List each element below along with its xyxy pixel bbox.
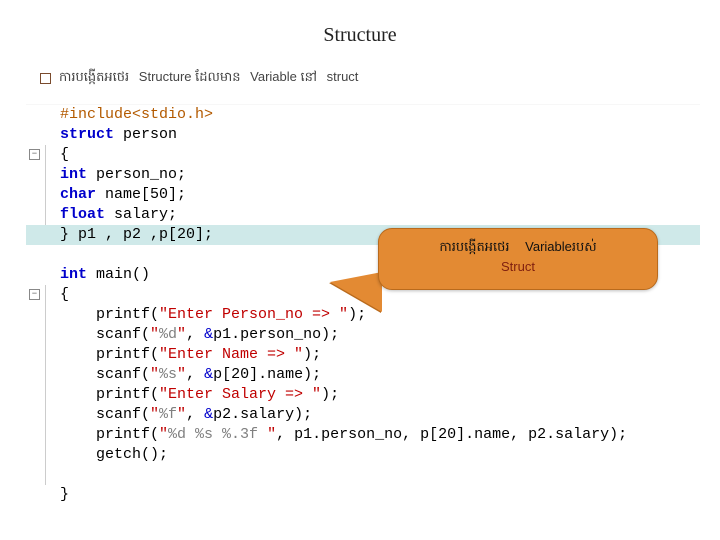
str-2: "Enter Name => " [159, 346, 303, 363]
printf-1: printf( [60, 306, 159, 323]
comma-2: , [186, 366, 204, 383]
fmt-3: %f [159, 406, 177, 423]
slide-title: Structure [40, 24, 680, 47]
amp-2: & [204, 366, 213, 383]
square-bullet-icon [40, 73, 51, 84]
scanf-1: scanf( [60, 326, 150, 343]
scanf-2: scanf( [60, 366, 150, 383]
fmt-4: %d %s %.3f [168, 426, 267, 443]
kw-char: char [60, 186, 96, 203]
arg-4: , p1.person_no, p[20].name, p2.salary); [276, 426, 627, 443]
arg-1: p1.person_no); [213, 326, 339, 343]
callout-text-c: Struct [393, 257, 643, 277]
printf-3: printf( [60, 386, 159, 403]
bullet-line: ការបង្កើតអថេរ Structure ដែលមាន Variable … [40, 69, 680, 88]
fmt-1: %d [159, 326, 177, 343]
comma-3: , [186, 406, 204, 423]
fold-icon[interactable] [29, 289, 40, 300]
fmt-2: %s [159, 366, 177, 383]
bullet-frag-4: struct [327, 69, 365, 84]
slide: Structure ការបង្កើតអថេរ Structure ដែលមាន… [0, 0, 720, 540]
kw-float: float [60, 206, 105, 223]
amp-3: & [204, 406, 213, 423]
str-3: "Enter Salary => " [159, 386, 321, 403]
str-1: "Enter Person_no => " [159, 306, 348, 323]
brace-close: } [60, 486, 69, 503]
printf-2: printf( [60, 346, 159, 363]
q-3b: " [177, 406, 186, 423]
bullet-frag-3: Variable នៅ [250, 69, 323, 84]
kw-int: int [60, 166, 87, 183]
q-4a: " [159, 426, 168, 443]
callout-text-a: ការបង្កើតអថេរ [433, 239, 515, 254]
q-1a: " [150, 326, 159, 343]
end-2: ); [303, 346, 321, 363]
id-name: name[50]; [96, 186, 186, 203]
q-1b: " [177, 326, 186, 343]
q-2b: " [177, 366, 186, 383]
annotation-callout: ការបង្កើតអថេរ Variableរបស់ Struct [378, 228, 658, 290]
brace-open-2: { [60, 286, 69, 303]
comma-1: , [186, 326, 204, 343]
kw-int-main: int [60, 266, 87, 283]
bullet-text: ការបង្កើតអថេរ Structure ដែលមាន Variable … [59, 69, 364, 88]
bullet-frag-2: Structure ដែលមាន [139, 69, 247, 84]
arg-2: p[20].name); [213, 366, 321, 383]
struct-vars: } p1 , p2 ,p[20]; [60, 226, 213, 243]
fold-icon[interactable] [29, 149, 40, 160]
kw-struct: struct [60, 126, 114, 143]
callout-text-b: Variableរបស់ [519, 239, 603, 254]
bullet-frag-1: ការបង្កើតអថេរ [59, 69, 135, 84]
id-person: person [114, 126, 177, 143]
arg-3: p2.salary); [213, 406, 312, 423]
id-personno: person_no; [87, 166, 186, 183]
brace-open-1: { [60, 146, 69, 163]
id-main: main() [87, 266, 150, 283]
id-salary: salary; [105, 206, 177, 223]
callout-box: ការបង្កើតអថេរ Variableរបស់ Struct [378, 228, 658, 290]
scanf-3: scanf( [60, 406, 150, 423]
printf-4: printf( [60, 426, 159, 443]
q-2a: " [150, 366, 159, 383]
end-3: ); [321, 386, 339, 403]
getch: getch(); [60, 446, 168, 463]
callout-arrow-icon [330, 272, 382, 312]
amp-1: & [204, 326, 213, 343]
code-include: #include<stdio.h> [60, 106, 213, 123]
q-4b: " [267, 426, 276, 443]
q-3a: " [150, 406, 159, 423]
